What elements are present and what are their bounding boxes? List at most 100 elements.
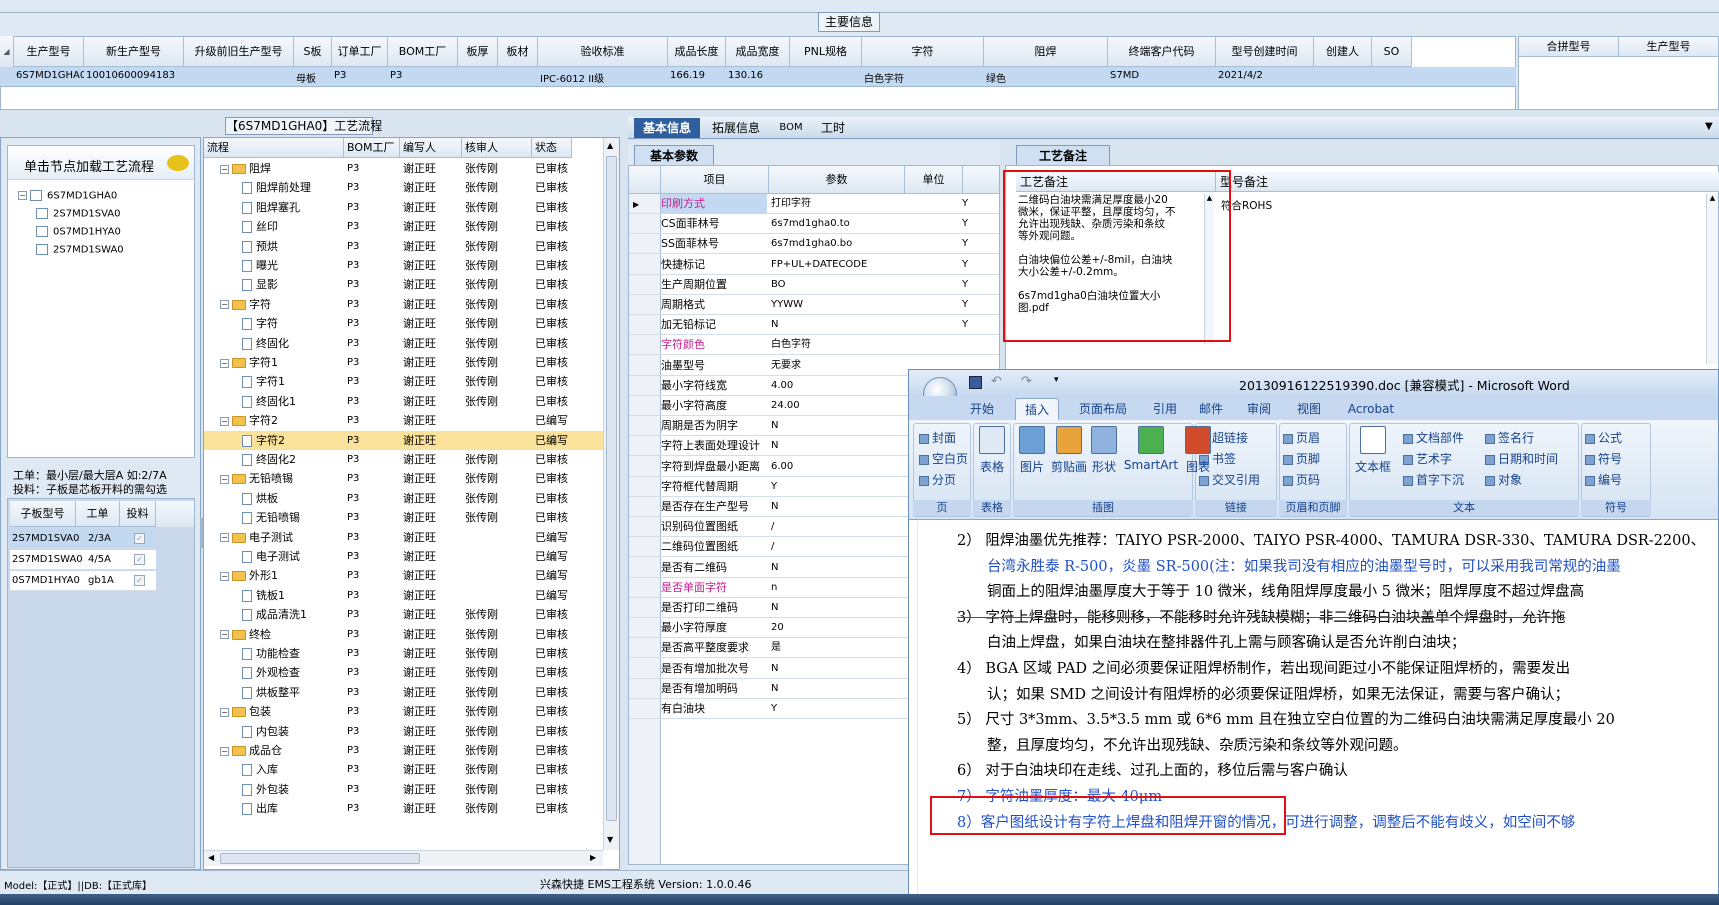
- top-col-header[interactable]: 字符: [862, 37, 984, 67]
- top-col-header[interactable]: 板厚: [458, 37, 498, 67]
- flow-row[interactable]: 预烘 P3 谢正旺 张传刚 已审核: [204, 237, 603, 256]
- ribbon-tab[interactable]: 引用: [1145, 400, 1185, 418]
- tree-node[interactable]: 0S7MD1HYA0: [36, 226, 121, 238]
- sub-col-header[interactable]: 子板型号: [10, 501, 76, 527]
- param-value[interactable]: /: [771, 537, 906, 557]
- flow-row[interactable]: 终固化 P3 谢正旺 张传刚 已审核: [204, 334, 603, 353]
- ribbon-small-button[interactable]: 编号: [1585, 471, 1622, 488]
- detail-tab[interactable]: 基本信息: [634, 118, 700, 138]
- ribbon-tab[interactable]: 页面布局: [1067, 400, 1139, 418]
- flow-row[interactable]: 外观检查 P3 谢正旺 张传刚 已审核: [204, 663, 603, 682]
- param-value[interactable]: /: [771, 517, 906, 537]
- flow-row[interactable]: − 无铅喷锡 P3 谢正旺 张传刚 已审核: [204, 469, 603, 488]
- sub-col-header[interactable]: 工单: [76, 501, 120, 527]
- flow-row[interactable]: 外包装 P3 谢正旺 张传刚 已审核: [204, 780, 603, 799]
- ribbon-large-button[interactable]: 剪贴画: [1049, 426, 1089, 475]
- undo-icon[interactable]: ↶: [991, 374, 1002, 389]
- ribbon-tab[interactable]: 邮件: [1191, 400, 1231, 418]
- flow-row[interactable]: − 阻焊 P3 谢正旺 张传刚 已审核: [204, 159, 603, 178]
- ribbon-small-button[interactable]: 页脚: [1283, 450, 1320, 467]
- flow-row[interactable]: − 字符 P3 谢正旺 张传刚 已审核: [204, 295, 603, 314]
- flow-vscroll[interactable]: ▲ ▼: [603, 138, 619, 850]
- redo-icon[interactable]: ↷: [1021, 374, 1032, 389]
- ribbon-large-button[interactable]: 图表: [1183, 426, 1213, 475]
- top-col-header[interactable]: 验收标准: [538, 37, 668, 67]
- sub-col-header[interactable]: 投料: [120, 501, 156, 527]
- param-value[interactable]: N: [771, 659, 906, 679]
- param-row[interactable]: 字符颜色 白色字符: [629, 335, 999, 356]
- flow-row[interactable]: − 包装 P3 谢正旺 张传刚 已审核: [204, 702, 603, 721]
- collapse-icon[interactable]: −: [220, 707, 229, 717]
- flow-row[interactable]: 字符2 P3 谢正旺 已编写: [204, 430, 603, 450]
- ribbon-tab[interactable]: 审阅: [1239, 400, 1279, 418]
- param-value[interactable]: 白色字符: [771, 335, 906, 355]
- flow-row[interactable]: 内包装 P3 谢正旺 张传刚 已审核: [204, 722, 603, 741]
- param-value[interactable]: YYWW: [771, 295, 906, 315]
- tree-node[interactable]: 2S7MD1SWA0: [36, 244, 124, 256]
- top-col-header[interactable]: SO: [1372, 37, 1412, 67]
- collapse-icon[interactable]: −: [220, 164, 229, 174]
- flow-row[interactable]: − 字符2 P3 谢正旺 已编写: [204, 411, 603, 430]
- top-col-header[interactable]: 板材: [498, 37, 538, 67]
- flow-row[interactable]: 无铅喷锡 P3 谢正旺 张传刚 已审核: [204, 508, 603, 527]
- detail-tab[interactable]: 拓展信息: [704, 118, 768, 138]
- flow-row[interactable]: 阻焊塞孔 P3 谢正旺 张传刚 已审核: [204, 198, 603, 217]
- top-col-header[interactable]: 终端客户代码: [1108, 37, 1216, 67]
- collapse-icon[interactable]: −: [220, 358, 229, 368]
- flow-row[interactable]: 曝光 P3 谢正旺 张传刚 已审核: [204, 256, 603, 275]
- param-row[interactable]: 快捷标记 FP+UL+DATECODE Y: [629, 255, 999, 275]
- ribbon-small-button[interactable]: 日期和时间: [1485, 450, 1558, 467]
- top-col-header[interactable]: 新生产型号: [84, 37, 184, 67]
- feed-checkbox[interactable]: ✓: [134, 533, 145, 544]
- word-document[interactable]: 2） 阻焊油墨优先推荐：TAIYO PSR-2000、TAIYO PSR-400…: [909, 521, 1718, 904]
- param-value[interactable]: 6s7md1gha0.bo: [771, 234, 906, 254]
- flow-row[interactable]: − 成品仓 P3 谢正旺 张传刚 已审核: [204, 741, 603, 760]
- side-col-header[interactable]: 合拼型号: [1519, 37, 1619, 57]
- flow-row[interactable]: 烘板整平 P3 谢正旺 张传刚 已审核: [204, 683, 603, 702]
- param-value[interactable]: 24.00: [771, 396, 906, 416]
- ribbon-small-button[interactable]: 页眉: [1283, 429, 1320, 446]
- ribbon-small-button[interactable]: 分页: [919, 471, 956, 488]
- ribbon-large-button[interactable]: 图片: [1017, 426, 1047, 475]
- top-col-header[interactable]: 阻焊: [984, 37, 1108, 67]
- ribbon-large-button[interactable]: 形状: [1089, 426, 1119, 475]
- ribbon-small-button[interactable]: 首字下沉: [1403, 471, 1464, 488]
- param-value[interactable]: 打印字符: [771, 194, 906, 214]
- top-col-header[interactable]: 成品宽度: [726, 37, 790, 67]
- top-col-header[interactable]: PNL规格: [790, 37, 862, 67]
- top-col-header[interactable]: 升级前旧生产型号: [184, 37, 294, 67]
- top-col-header[interactable]: 成品长度: [668, 37, 726, 67]
- qat-dropdown-icon[interactable]: ▾: [1054, 375, 1059, 385]
- param-value[interactable]: 6s7md1gha0.to: [771, 214, 906, 234]
- flow-hscroll[interactable]: ◀ ▶: [204, 850, 603, 866]
- param-value[interactable]: N: [771, 598, 906, 618]
- param-value[interactable]: 是: [771, 638, 906, 658]
- ribbon-small-button[interactable]: 签名行: [1485, 429, 1534, 446]
- ribbon-large-button[interactable]: SmartArt: [1123, 426, 1179, 472]
- flow-row[interactable]: 字符1 P3 谢正旺 张传刚 已审核: [204, 372, 603, 391]
- params-col-header[interactable]: 项目: [661, 166, 769, 194]
- detail-tab[interactable]: BOM: [774, 118, 808, 138]
- dropdown-icon[interactable]: ▼: [1705, 121, 1713, 132]
- flow-vscroll-thumb[interactable]: [606, 156, 617, 821]
- params-col-header[interactable]: 单位: [905, 166, 963, 194]
- feed-checkbox[interactable]: ✓: [134, 554, 145, 565]
- collapse-icon[interactable]: −: [220, 630, 229, 640]
- side-col-header[interactable]: 生产型号: [1619, 37, 1719, 57]
- param-value[interactable]: N: [771, 558, 906, 578]
- flow-row[interactable]: − 终检 P3 谢正旺 张传刚 已审核: [204, 625, 603, 644]
- param-row[interactable]: 加无铅标记 N Y: [629, 315, 999, 336]
- flow-row[interactable]: 烘板 P3 谢正旺 张传刚 已审核: [204, 489, 603, 508]
- ribbon-small-button[interactable]: 页码: [1283, 471, 1320, 488]
- param-row[interactable]: 周期格式 YYWW Y: [629, 295, 999, 315]
- ribbon-large-button[interactable]: 表格: [977, 426, 1007, 475]
- flow-col-header[interactable]: 状态: [532, 138, 572, 158]
- flow-row[interactable]: − 外形1 P3 谢正旺 已编写: [204, 566, 603, 585]
- ribbon-tab[interactable]: 开始: [959, 400, 1005, 418]
- ribbon-small-button[interactable]: 对象: [1485, 471, 1522, 488]
- ribbon-small-button[interactable]: 封面: [919, 429, 956, 446]
- ribbon-tab[interactable]: 插入: [1015, 398, 1059, 420]
- top-col-header[interactable]: 订单工厂: [332, 37, 388, 67]
- top-col-header[interactable]: 型号创建时间: [1216, 37, 1314, 67]
- params-tab[interactable]: 基本参数: [634, 145, 714, 165]
